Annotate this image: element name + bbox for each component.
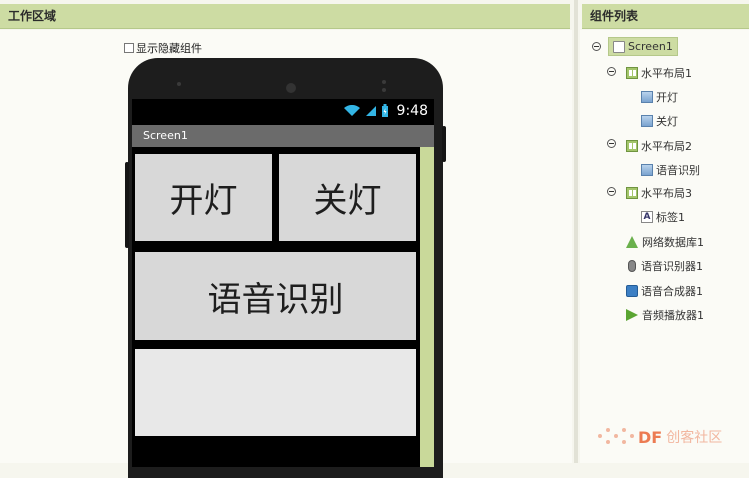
phone-screen: 开灯 关灯 语音识别 — [132, 147, 434, 467]
sensor-dot-icon — [177, 82, 181, 86]
light-on-button[interactable]: 开灯 — [135, 154, 272, 241]
collapse-toggle-icon[interactable] — [607, 139, 616, 148]
tree-item-label: 开灯 — [656, 91, 678, 104]
battery-icon — [381, 104, 388, 117]
screen-icon — [613, 40, 625, 53]
tree-item-btn-on[interactable]: 开灯 — [641, 89, 678, 105]
collapse-toggle-icon[interactable] — [592, 42, 601, 51]
tree-item-label: 水平布局1 — [641, 67, 692, 80]
horizontal-layout-icon — [626, 140, 638, 152]
label-icon: A — [641, 211, 653, 223]
horizontal-layout-icon — [626, 67, 638, 79]
show-hidden-components-checkbox[interactable]: 显示隐藏组件 — [124, 40, 202, 56]
checkbox-box[interactable] — [124, 43, 134, 53]
tree-item-label: 语音合成器1 — [641, 285, 703, 298]
tree-item-label: 网络数据库1 — [642, 236, 704, 249]
panel-divider[interactable] — [574, 0, 578, 463]
tree-item-btn-off[interactable]: 关灯 — [641, 113, 678, 129]
sensor-dot-icon — [382, 88, 386, 92]
status-bar: 9:48 — [132, 99, 434, 125]
tree-item-label: 水平布局2 — [641, 140, 692, 153]
components-header: 组件列表 — [582, 4, 749, 29]
label-placeholder[interactable] — [135, 349, 416, 436]
tree-item-label: Screen1 — [628, 40, 673, 53]
watermark: DF 创客社区 — [596, 420, 746, 454]
wifi-icon — [343, 105, 360, 116]
tree-item-label: 水平布局3 — [641, 187, 692, 200]
tree-item-label: 音频播放器1 — [642, 309, 704, 322]
tree-item-label: 关灯 — [656, 115, 678, 128]
button-icon — [641, 115, 653, 127]
show-hidden-label: 显示隐藏组件 — [136, 42, 202, 55]
phone-volume-button — [125, 162, 129, 248]
watermark-logo-icon — [596, 422, 634, 452]
tree-item-webdb1[interactable]: 网络数据库1 — [626, 234, 704, 250]
phone-power-button — [442, 126, 446, 162]
tree-item-speech-recognizer1[interactable]: 语音识别器1 — [626, 258, 703, 274]
play-icon — [626, 309, 638, 321]
tree-item-hlayout2[interactable]: 水平布局2 — [626, 138, 692, 154]
tree-item-btn-voice[interactable]: 语音识别 — [641, 162, 700, 178]
tree-item-label: 语音识别 — [656, 164, 700, 177]
voice-recognition-button[interactable]: 语音识别 — [135, 252, 416, 340]
collapse-toggle-icon[interactable] — [607, 67, 616, 76]
workspace-header: 工作区域 — [0, 4, 570, 29]
button-icon — [641, 91, 653, 103]
status-time: 9:48 — [396, 103, 428, 119]
sensor-dot-icon — [382, 80, 386, 84]
tree-item-hlayout3[interactable]: 水平布局3 — [626, 185, 692, 201]
front-camera-icon — [286, 83, 296, 93]
tree-item-hlayout1[interactable]: 水平布局1 — [626, 65, 692, 81]
tree-item-label1[interactable]: A 标签1 — [641, 209, 685, 225]
watermark-brand: DF — [638, 427, 663, 447]
microphone-icon — [628, 260, 636, 272]
screen-scrollbar[interactable] — [420, 147, 434, 467]
tree-item-label: 标签1 — [656, 211, 685, 224]
web-database-icon — [626, 236, 638, 248]
watermark-subtitle: 创客社区 — [666, 430, 723, 446]
tree-item-player1[interactable]: 音频播放器1 — [626, 307, 704, 323]
horizontal-layout-icon — [626, 187, 638, 199]
tree-item-label: 语音识别器1 — [641, 260, 703, 273]
tree-item-screen1[interactable]: Screen1 — [608, 37, 678, 56]
collapse-toggle-icon[interactable] — [607, 187, 616, 196]
light-off-button[interactable]: 关灯 — [279, 154, 416, 241]
speech-bubble-icon — [626, 285, 638, 297]
tree-item-tts1[interactable]: 语音合成器1 — [626, 283, 703, 299]
screen-title-bar: Screen1 — [132, 125, 434, 147]
button-icon — [641, 164, 653, 176]
signal-icon — [365, 106, 376, 116]
